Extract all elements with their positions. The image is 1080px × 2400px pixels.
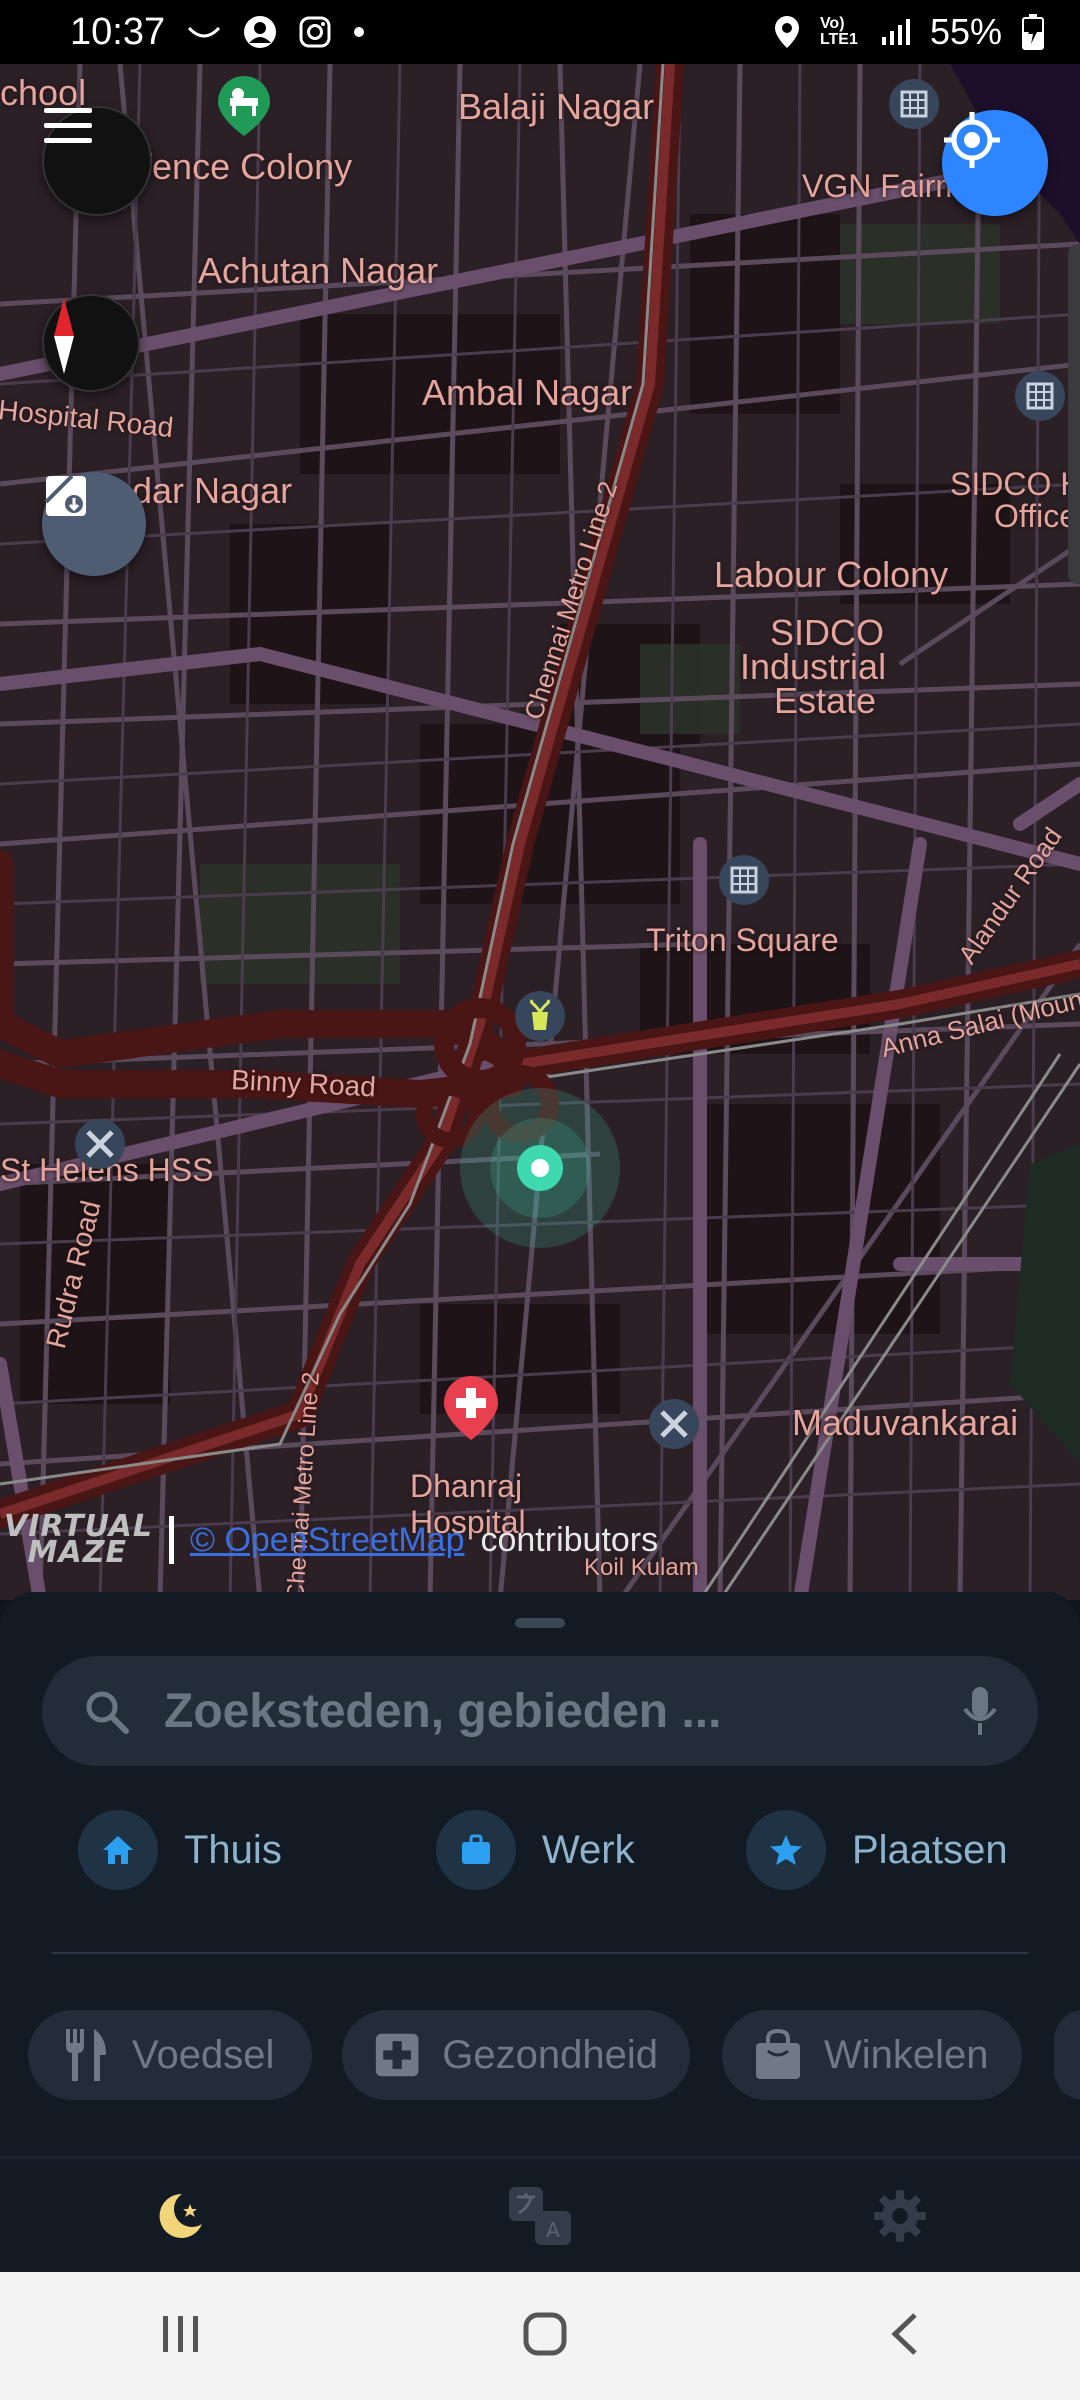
missed-call-icon bbox=[187, 22, 221, 42]
compass-button[interactable] bbox=[42, 294, 140, 392]
map-label: Dhanraj bbox=[410, 1468, 523, 1504]
category-label: Voedsel bbox=[132, 2032, 275, 2077]
offline-map-icon bbox=[44, 474, 86, 516]
map-label: Labour Colony bbox=[714, 554, 949, 595]
my-location-button[interactable] bbox=[942, 110, 1048, 216]
account-icon bbox=[243, 15, 277, 49]
crosshair-icon bbox=[944, 112, 1000, 168]
osm-contributors: contributors bbox=[480, 1520, 659, 1559]
attribution-separator bbox=[168, 1516, 174, 1564]
bottom-sheet: Zoeksteden, gebieden ... Thuis Werk Plaa… bbox=[0, 1592, 1080, 2272]
back-button[interactable] bbox=[889, 2312, 919, 2361]
category-label: Winkelen bbox=[824, 2032, 989, 2077]
battery-percent: 55% bbox=[929, 11, 1002, 52]
recent-apps-icon bbox=[163, 2315, 198, 2352]
category-food[interactable]: Voedsel bbox=[28, 2010, 312, 2100]
nav-settings[interactable] bbox=[720, 2159, 1080, 2272]
search-bar[interactable]: Zoeksteden, gebieden ... bbox=[42, 1656, 1038, 1766]
settings-icon bbox=[874, 2189, 926, 2242]
microphone-icon[interactable] bbox=[962, 1685, 998, 1737]
search-icon bbox=[86, 1691, 129, 1734]
battery-charging-icon bbox=[1022, 14, 1044, 50]
instagram-icon bbox=[299, 16, 331, 48]
system-navigation-bar bbox=[0, 2272, 1080, 2400]
location-pin-icon bbox=[774, 15, 800, 49]
star-icon bbox=[746, 1810, 826, 1890]
map-view[interactable]: chool Balaji Nagar Defence Colony VGN Fa… bbox=[0, 64, 1080, 1600]
map-label: Estate bbox=[774, 680, 877, 721]
map-label: Ambal Nagar bbox=[422, 372, 633, 413]
network-type: Vo) LTE1 bbox=[819, 15, 858, 48]
compass-icon bbox=[54, 298, 74, 374]
osm-link[interactable]: © OpenStreetMap bbox=[190, 1521, 465, 1560]
nav-translate[interactable]: A bbox=[360, 2159, 720, 2272]
home-button[interactable] bbox=[523, 2312, 567, 2361]
status-time: 10:37 bbox=[70, 10, 166, 53]
signal-icon bbox=[880, 17, 910, 47]
quick-place-saved[interactable]: Plaatsen bbox=[746, 1810, 1008, 1890]
category-more[interactable] bbox=[1054, 2010, 1080, 2100]
status-bar: 10:37 Vo) LTE1 55% bbox=[0, 0, 1080, 64]
recent-apps-button[interactable] bbox=[161, 2314, 201, 2359]
briefcase-icon bbox=[436, 1810, 516, 1890]
translate-icon: A bbox=[509, 2186, 571, 2245]
medical-cross-icon bbox=[375, 2033, 419, 2077]
map-label: Balaji Nagar bbox=[458, 86, 655, 127]
fork-knife-icon bbox=[66, 2029, 106, 2081]
offline-maps-button[interactable] bbox=[42, 472, 146, 576]
home-circle-icon bbox=[523, 2312, 567, 2355]
nav-night-mode[interactable] bbox=[0, 2159, 360, 2272]
night-mode-icon bbox=[159, 2193, 202, 2238]
sheet-drag-handle[interactable] bbox=[515, 1618, 565, 1628]
category-health[interactable]: Gezondheid bbox=[342, 2010, 690, 2100]
map-edge-handle[interactable] bbox=[1068, 244, 1080, 584]
category-shopping[interactable]: Winkelen bbox=[722, 2010, 1022, 2100]
quick-place-label: Werk bbox=[542, 1827, 635, 1872]
map-label: Triton Square bbox=[646, 922, 839, 958]
quick-place-label: Plaatsen bbox=[852, 1827, 1008, 1872]
category-label: Gezondheid bbox=[442, 2032, 658, 2077]
search-input[interactable]: Zoeksteden, gebieden ... bbox=[164, 1684, 962, 1739]
virtual-maze-logo: VIRTUAL MAZE bbox=[4, 1509, 153, 1570]
hamburger-icon bbox=[44, 108, 92, 143]
map-label: dar Nagar bbox=[132, 470, 293, 511]
svg-text:A: A bbox=[546, 2218, 560, 2242]
map-label: VGN Fairm bbox=[802, 168, 962, 204]
home-icon bbox=[78, 1810, 158, 1890]
back-chevron-icon bbox=[891, 2312, 917, 2355]
quick-place-home[interactable]: Thuis bbox=[78, 1810, 282, 1890]
shopping-bag-icon bbox=[756, 2029, 800, 2079]
quick-place-label: Thuis bbox=[184, 1827, 282, 1872]
sheet-divider bbox=[52, 1952, 1028, 1954]
bottom-nav: A bbox=[0, 2159, 1080, 2272]
quick-place-work[interactable]: Werk bbox=[436, 1810, 635, 1890]
map-label: Maduvankarai bbox=[792, 1402, 1019, 1443]
map-label: Achutan Nagar bbox=[198, 250, 439, 291]
notification-dot-icon bbox=[353, 26, 365, 38]
menu-button[interactable] bbox=[42, 106, 152, 216]
map-attribution: VIRTUAL MAZE © OpenStreetMap contributor… bbox=[4, 1509, 659, 1570]
map-label: Office bbox=[994, 498, 1077, 534]
